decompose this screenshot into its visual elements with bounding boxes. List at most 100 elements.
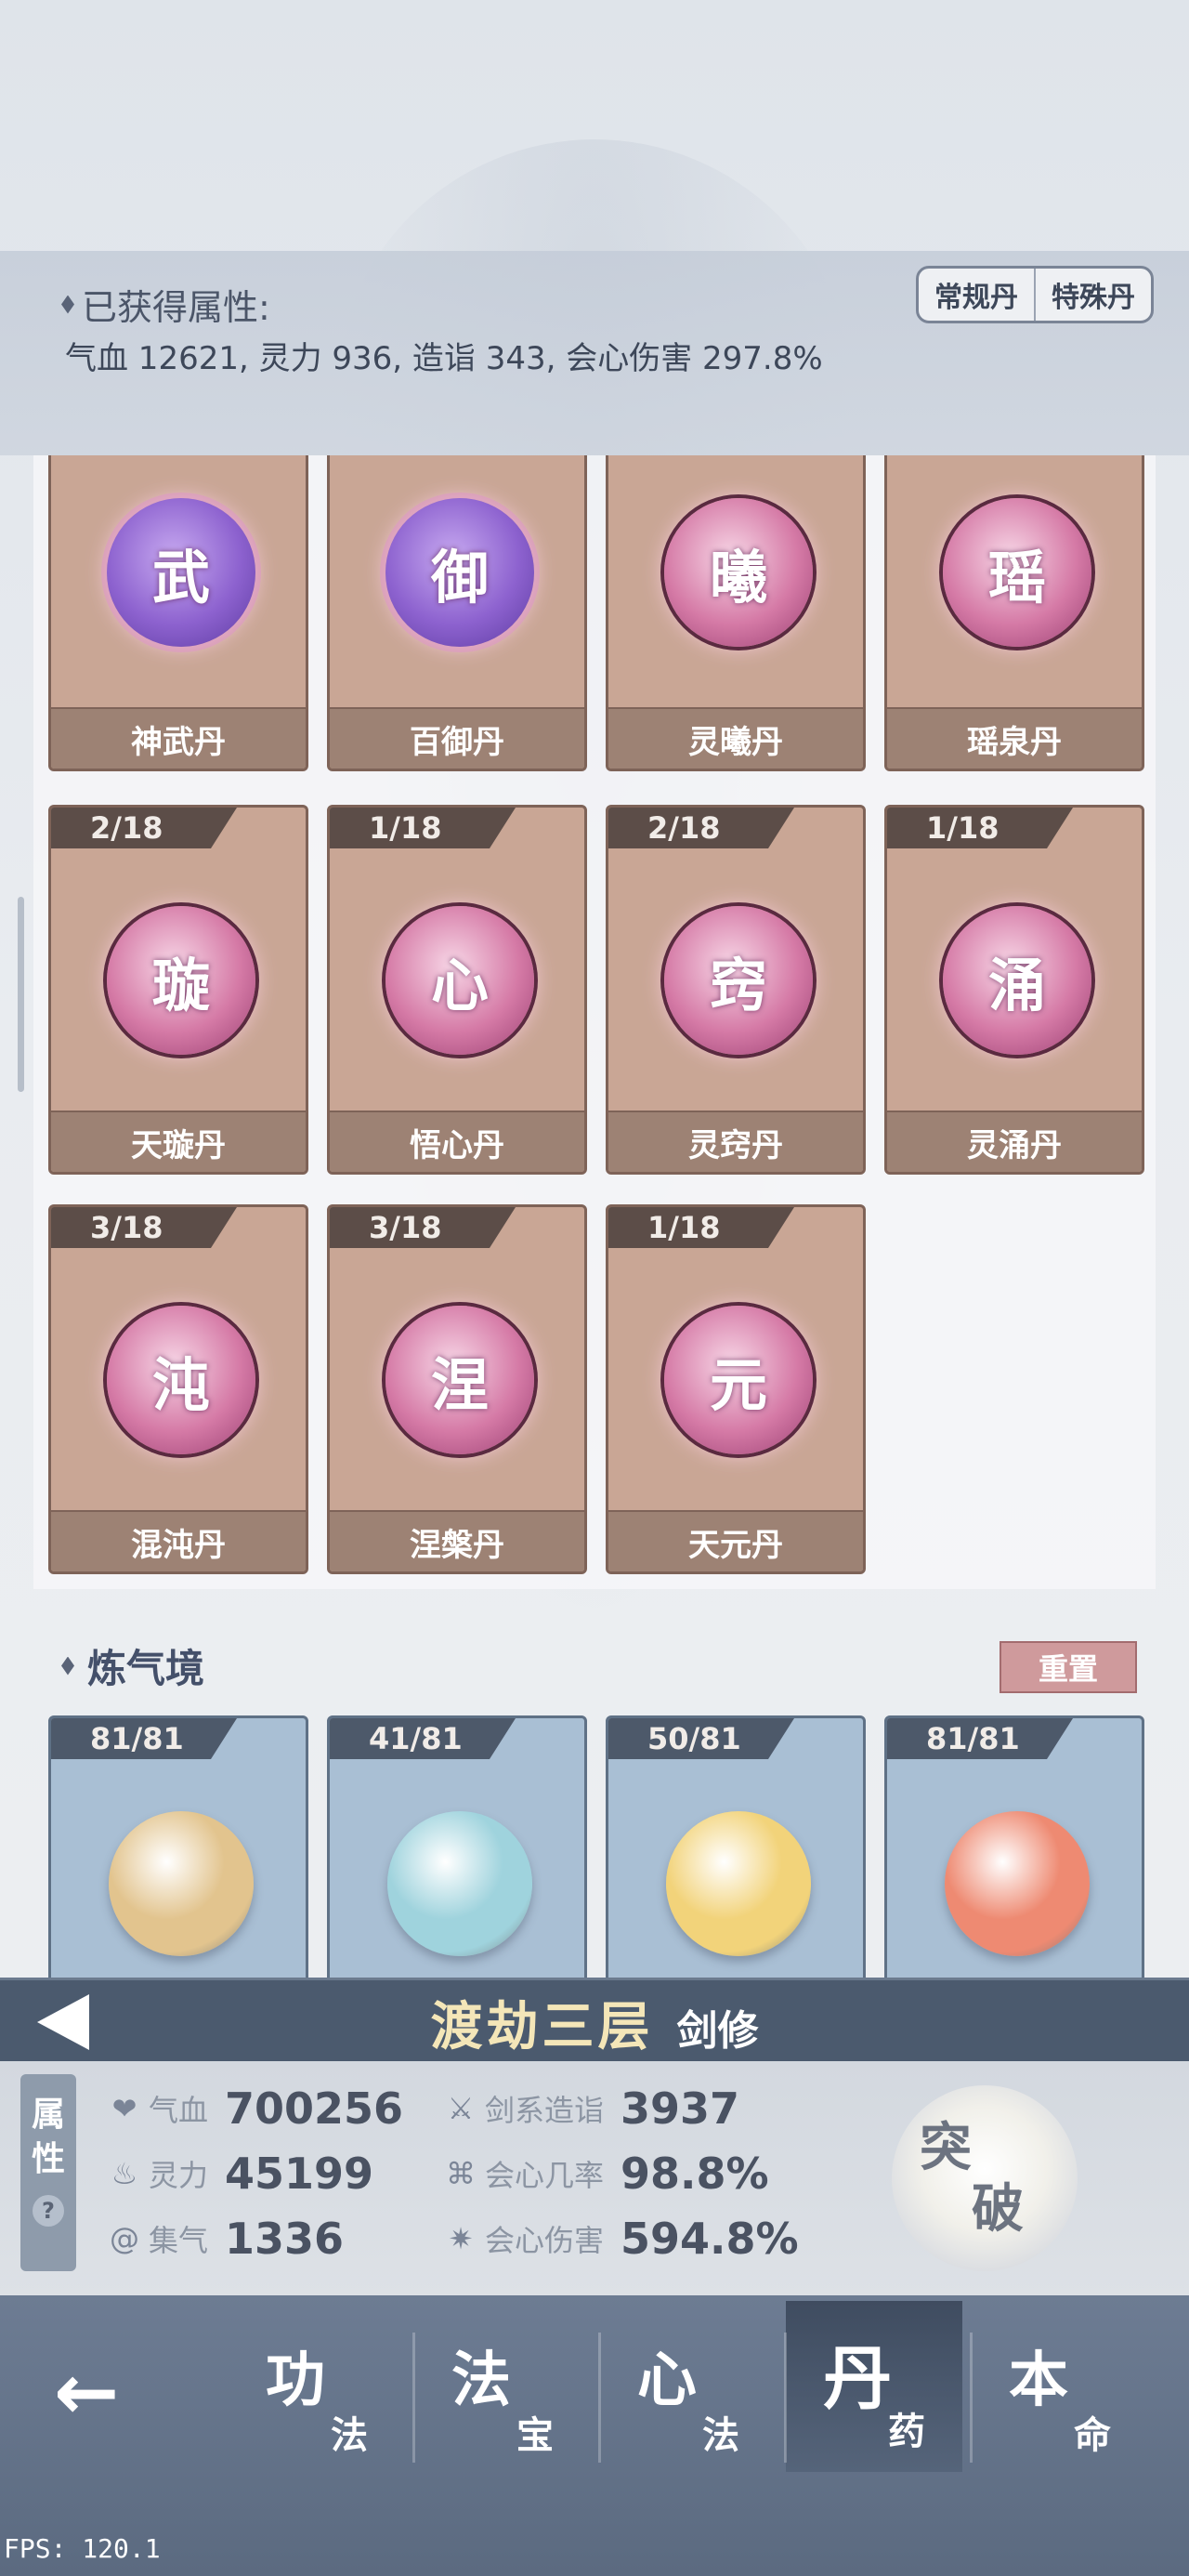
pill-card[interactable]: 1/18 元天元丹 (606, 1204, 866, 1574)
pill-orb-icon: 窍 (664, 906, 813, 1055)
nav-tab-1[interactable]: 法宝 (414, 2323, 591, 2472)
nav-tab-2[interactable]: 心法 (600, 2323, 777, 2472)
nav-separator (970, 2333, 973, 2463)
pill-card[interactable]: 1/18 涌灵涌丹 (884, 805, 1144, 1175)
realm-orb-card[interactable]: 81/81 (884, 1715, 1144, 1985)
reset-button[interactable]: 重置 (1000, 1641, 1137, 1693)
tab-regular-pills[interactable]: 常规丹 (919, 269, 1034, 321)
pill-card[interactable]: 曦灵曦丹 (606, 455, 866, 771)
orb-count: 41/81 (330, 1718, 516, 1759)
pill-count: 3/18 (330, 1207, 516, 1248)
section-title-text: 炼气境 (87, 1646, 205, 1691)
attributes-tab-label-top: 属 (31, 2096, 65, 2134)
stat-value: 3937 (621, 2083, 740, 2134)
pill-name: 灵窍丹 (608, 1111, 863, 1172)
help-icon[interactable]: ? (33, 2195, 64, 2227)
orb-count: 50/81 (608, 1718, 794, 1759)
attributes-summary: 气血 12621, 灵力 936, 造诣 343, 会心伤害 297.8% (65, 340, 823, 377)
stat-label: 剑系造诣 (485, 2093, 605, 2128)
flame-icon: ♨ (111, 2156, 138, 2191)
stat-value: 98.8% (621, 2149, 769, 2199)
pill-card[interactable]: 御百御丹 (327, 455, 587, 771)
pill-name: 百御丹 (330, 707, 584, 769)
realm-name: 渡劫三层 (430, 1996, 654, 2057)
pill-orb-icon: 涌 (943, 906, 1091, 1055)
nav-tab-0[interactable]: 功法 (229, 2323, 405, 2472)
stat-label: 灵力 (149, 2158, 209, 2193)
breakthrough-char-1: 突 (920, 2117, 972, 2178)
pill-orb-icon: 瑶 (943, 498, 1091, 647)
stat-label: 气血 (149, 2093, 209, 2128)
nav-separator (598, 2333, 601, 2463)
stat-value: 700256 (225, 2083, 404, 2134)
spirit-orb-icon (666, 1811, 811, 1956)
pill-orb-icon: 涅 (385, 1306, 534, 1454)
nav-tab-big-char: 丹 (823, 2339, 892, 2419)
nav-separator (412, 2333, 415, 2463)
pill-count: 1/18 (887, 808, 1073, 848)
realm-class: 剑修 (676, 2007, 759, 2055)
pill-name: 悟心丹 (330, 1111, 584, 1172)
pill-card[interactable]: 2/18 窍灵窍丹 (606, 805, 866, 1175)
pill-count: 2/18 (608, 808, 794, 848)
pill-name: 神武丹 (51, 707, 306, 769)
swirl-icon: @ (110, 2221, 139, 2256)
pill-card[interactable]: 瑶瑶泉丹 (884, 455, 1144, 771)
attributes-title: 已获得属性: (61, 279, 270, 330)
pill-card[interactable]: 3/18 沌混沌丹 (48, 1204, 308, 1574)
nav-tab-small-char: 法 (331, 2413, 368, 2457)
stat-gather: @ 集气 1336 (106, 2214, 344, 2264)
pill-card[interactable]: 3/18 涅涅槃丹 (327, 1204, 587, 1574)
pill-orb-icon: 曦 (664, 498, 813, 647)
breakthrough-char-2: 破 (972, 2178, 1024, 2240)
stat-value: 45199 (225, 2149, 374, 2199)
realm-orb-card[interactable]: 41/81 (327, 1715, 587, 1985)
spirit-orb-icon (109, 1811, 254, 1956)
stat-value: 1336 (225, 2214, 345, 2264)
realm-orb-card[interactable]: 50/81 (606, 1715, 866, 1985)
nav-tab-big-char: 心 (637, 2346, 697, 2415)
stat-value: 594.8% (621, 2214, 799, 2264)
nav-tab-4[interactable]: 本命 (972, 2323, 1148, 2472)
pill-card[interactable]: 1/18 心悟心丹 (327, 805, 587, 1175)
nav-tab-small-char: 宝 (516, 2413, 554, 2457)
nav-tab-small-char: 药 (888, 2410, 925, 2453)
diamond-icon (61, 1656, 74, 1676)
pill-count: 3/18 (51, 1207, 237, 1248)
spirit-orb-icon (387, 1811, 532, 1956)
stat-label: 会心伤害 (485, 2223, 605, 2258)
nav-tab-big-char: 功 (266, 2346, 325, 2415)
pill-name: 涅槃丹 (330, 1510, 584, 1571)
pill-count: 1/18 (608, 1207, 794, 1248)
pill-type-toggle: 常规丹 特殊丹 (916, 266, 1154, 323)
orb-count: 81/81 (887, 1718, 1073, 1759)
nav-tab-small-char: 法 (702, 2413, 739, 2457)
scroll-indicator[interactable] (18, 897, 24, 1092)
pill-name: 瑶泉丹 (887, 707, 1142, 769)
stat-label: 集气 (149, 2223, 209, 2258)
attributes-tab[interactable]: 属 性 ? (20, 2074, 76, 2271)
stat-label: 会心几率 (485, 2158, 605, 2193)
pill-name: 天元丹 (608, 1510, 863, 1571)
pill-orb-icon: 心 (385, 906, 534, 1055)
nav-tab-big-char: 本 (1009, 2346, 1068, 2415)
fps-counter: FPS: 120.1 (4, 2533, 161, 2564)
realm-orb-card[interactable]: 81/81 (48, 1715, 308, 1985)
tab-special-pills[interactable]: 特殊丹 (1034, 269, 1151, 321)
nav-back-arrow-icon[interactable]: ← (54, 2353, 147, 2431)
pill-card[interactable]: 武神武丹 (48, 455, 308, 771)
pill-orb-icon: 御 (385, 498, 534, 647)
diamond-icon (61, 295, 74, 314)
pill-orb-icon: 璇 (107, 906, 255, 1055)
spirit-orb-icon (945, 1811, 1090, 1956)
breakthrough-button[interactable]: 突 破 (892, 2085, 1078, 2271)
pill-orb-icon: 元 (664, 1306, 813, 1454)
knot-icon: ⌘ (446, 2156, 476, 2191)
nav-tab-3[interactable]: 丹药 (786, 2301, 962, 2472)
stat-mana: ♨ 灵力 45199 (106, 2149, 373, 2199)
pill-card[interactable]: 2/18 璇天璇丹 (48, 805, 308, 1175)
realm-title: 渡劫三层 剑修 (0, 1985, 1189, 2060)
pill-name: 天璇丹 (51, 1111, 306, 1172)
sword-icon: ⚔ (447, 2091, 475, 2126)
pill-name: 混沌丹 (51, 1510, 306, 1571)
